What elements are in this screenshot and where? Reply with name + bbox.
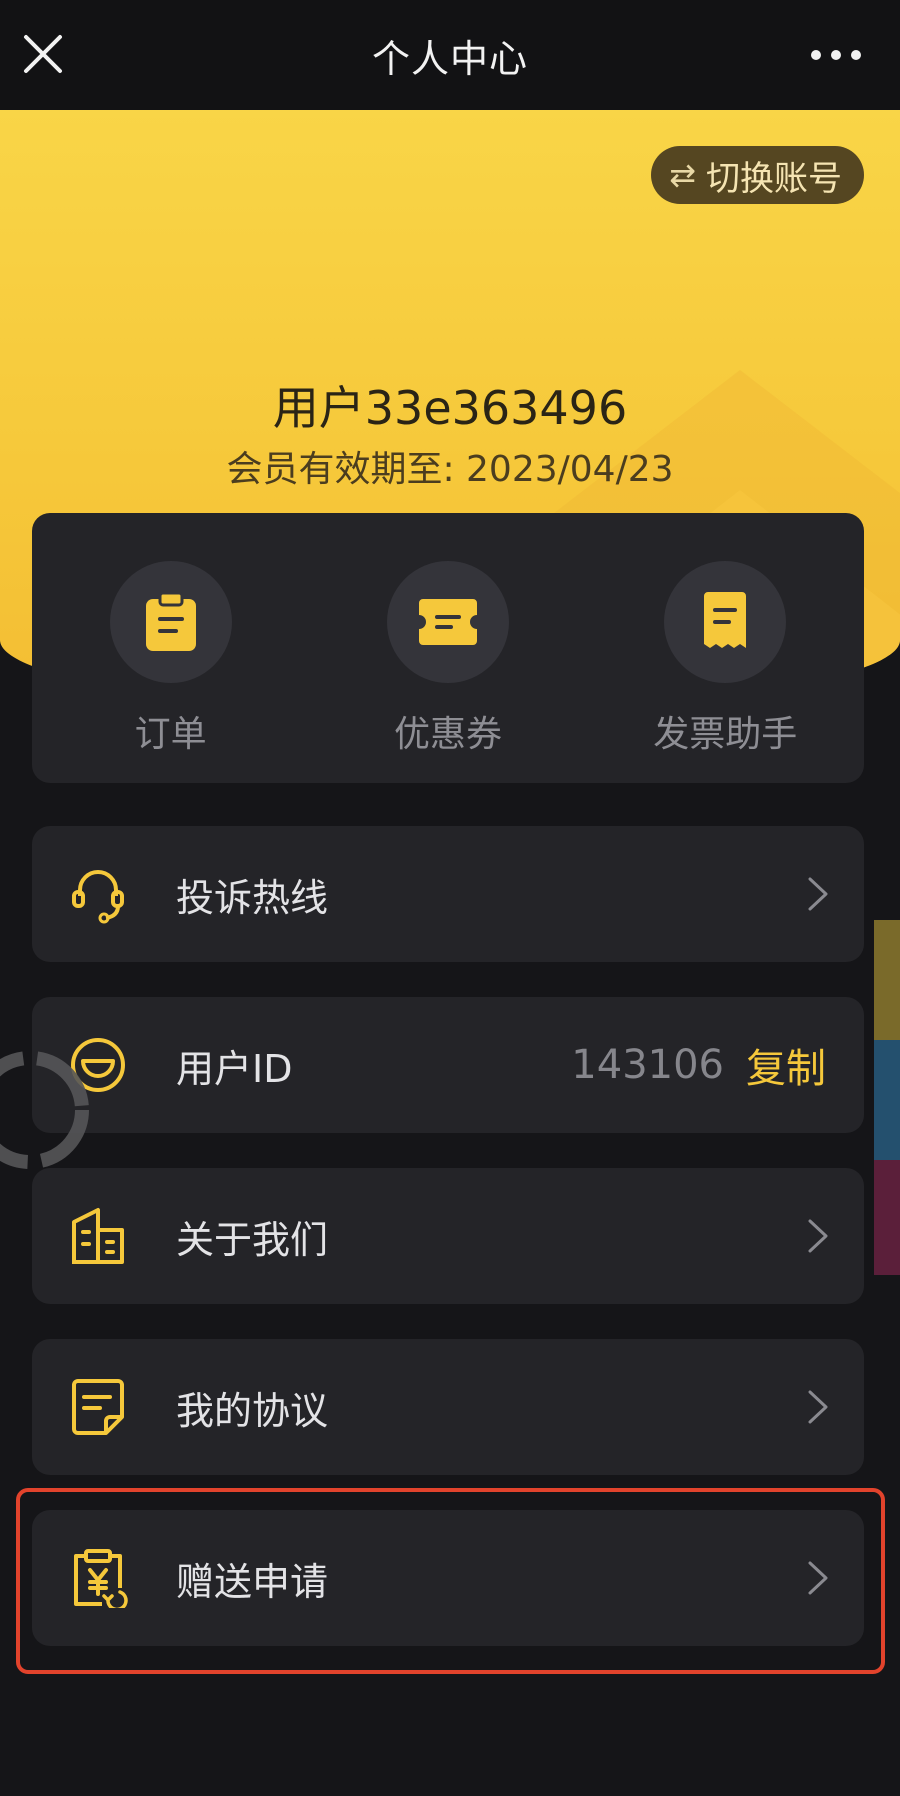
copy-button[interactable]: 复制 [746,1036,826,1094]
menu-item-gift-application[interactable]: 赠送申请 [32,1510,864,1646]
close-icon[interactable] [22,33,64,75]
menu-item-label: 关于我们 [176,1217,329,1262]
chevron-right-icon [808,1219,828,1253]
swap-arrows-icon: ⇄ [669,156,696,194]
shortcut-invoice[interactable]: 发票助手 [615,561,835,757]
chevron-right-icon [808,877,828,911]
building-icon [72,1208,124,1264]
page-title: 个人中心 [371,36,528,81]
membership-expiry: 会员有效期至: 2023/04/23 [226,449,674,490]
user-name: 用户33e363496 [272,381,628,435]
shortcut-label: 优惠券 [393,714,502,755]
menu-item-label: 赠送申请 [176,1559,329,1604]
menu-item-user-id: 用户ID 143106 复制 [32,997,864,1133]
more-dots-icon[interactable] [806,30,866,80]
menu-item-my-agreements[interactable]: 我的协议 [32,1339,864,1475]
shortcut-coupons[interactable]: 优惠券 [338,561,558,757]
agreement-note-icon [72,1379,124,1435]
loading-spinner-icon [0,1051,89,1169]
nav-bar: 个人中心 [0,0,900,110]
shortcut-card: 订单 优惠券 发票助手 [32,513,864,783]
invoice-receipt-icon [704,592,747,648]
menu-item-about-us[interactable]: 关于我们 [32,1168,864,1304]
order-clipboard-icon [145,591,196,651]
shortcut-icon-bg [109,561,232,683]
user-id-value: 143106 [571,1042,724,1088]
switch-account-button[interactable]: ⇄ 切换账号 [651,146,864,204]
side-strip-segment [874,1160,900,1275]
side-strip-segment [874,920,900,1040]
shortcut-icon-bg [664,561,787,683]
yuan-clipboard-icon [74,1549,128,1608]
shortcut-label: 发票助手 [653,714,798,755]
headset-icon [72,870,124,924]
coupon-ticket-icon [418,599,477,645]
side-strip-segment [874,1040,900,1160]
menu-item-label: 用户ID [176,1046,293,1091]
shortcut-label: 订单 [134,714,207,755]
chevron-right-icon [808,1561,828,1595]
menu-item-label: 我的协议 [176,1388,329,1433]
menu-item-complaint-hotline[interactable]: 投诉热线 [32,826,864,962]
switch-account-label: 切换账号 [706,158,842,199]
shortcut-icon-bg [386,561,509,683]
menu-item-label: 投诉热线 [176,875,329,920]
shortcut-orders[interactable]: 订单 [61,561,281,757]
chevron-right-icon [808,1390,828,1424]
